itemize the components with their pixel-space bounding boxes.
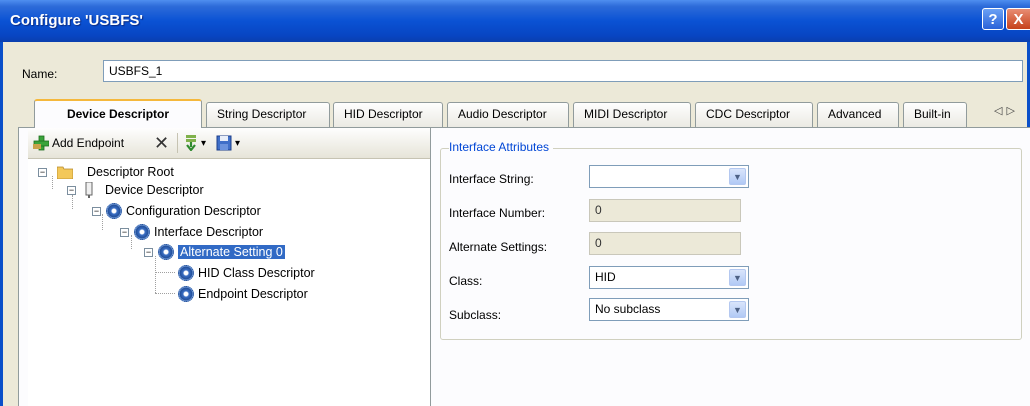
class-value: HID: [595, 270, 616, 284]
tree-node-label: Descriptor Root: [87, 165, 174, 179]
title-bar[interactable]: Configure 'USBFS' ? X: [0, 0, 1030, 42]
tree-connector: [155, 272, 175, 273]
class-label: Class:: [449, 274, 483, 288]
device-icon: [85, 181, 93, 198]
subclass-select[interactable]: No subclass ▼: [589, 298, 749, 321]
collapse-icon[interactable]: −: [120, 227, 129, 237]
gear-icon: [178, 286, 194, 302]
tab-string-descriptor[interactable]: String Descriptor: [206, 102, 330, 127]
tree-node-alternate-setting[interactable]: − Alternate Setting 0: [144, 243, 285, 261]
tree-connector: [155, 256, 156, 293]
tree-connector: [155, 293, 175, 294]
tab-cdc-descriptor[interactable]: CDC Descriptor: [695, 102, 813, 127]
tab-built-in[interactable]: Built-in: [903, 102, 967, 127]
tree-node-endpoint-descriptor[interactable]: Endpoint Descriptor: [178, 285, 308, 303]
collapse-icon[interactable]: −: [92, 206, 101, 216]
tree-node-interface-descriptor[interactable]: − Interface Descriptor: [120, 223, 263, 241]
name-input[interactable]: USBFS_1: [103, 60, 1023, 82]
chevron-down-icon[interactable]: ▼: [729, 301, 746, 318]
tree-node-label: Endpoint Descriptor: [198, 287, 308, 301]
alternate-settings-field[interactable]: 0: [589, 232, 741, 255]
tree-node-configuration-descriptor[interactable]: − Configuration Descriptor: [92, 202, 261, 220]
tree-node-descriptor-root[interactable]: − Descriptor Root: [38, 163, 174, 181]
interface-number-label: Interface Number:: [449, 206, 546, 220]
add-endpoint-label: Add Endpoint: [52, 136, 125, 150]
subclass-value: No subclass: [595, 302, 661, 316]
add-endpoint-button[interactable]: Add Endpoint: [33, 134, 124, 152]
tree-node-label: HID Class Descriptor: [198, 266, 315, 280]
import-button[interactable]: ▾: [184, 134, 206, 152]
tab-scroll-arrows: ◁▷: [994, 104, 1019, 117]
collapse-icon[interactable]: −: [144, 247, 153, 257]
class-select[interactable]: HID ▼: [589, 266, 749, 289]
interface-number-field[interactable]: 0: [589, 199, 741, 222]
window-title: Configure 'USBFS': [10, 12, 143, 29]
close-button[interactable]: X: [1006, 8, 1030, 30]
collapse-icon[interactable]: −: [38, 167, 47, 177]
tab-scroll-left-icon[interactable]: ◁: [994, 105, 1006, 117]
name-label: Name:: [22, 67, 58, 81]
tree-toolbar: Add Endpoint ✕ ▾ ▾: [28, 128, 430, 159]
tree-node-label: Device Descriptor: [105, 183, 204, 197]
help-icon: ?: [988, 10, 998, 28]
tab-scroll-right-icon[interactable]: ▷: [1006, 105, 1018, 117]
close-icon: X: [1013, 10, 1024, 28]
tree-node-device-descriptor[interactable]: − Device Descriptor: [67, 181, 204, 199]
toolbar-separator: [177, 133, 179, 153]
chevron-down-icon[interactable]: ▼: [729, 168, 746, 185]
interface-string-select[interactable]: ▼: [589, 165, 749, 188]
import-icon: [184, 135, 198, 152]
delete-icon: ✕: [154, 132, 170, 153]
tree-node-label: Configuration Descriptor: [126, 204, 261, 218]
help-button[interactable]: ?: [982, 8, 1004, 30]
chevron-down-icon: ▾: [235, 137, 241, 149]
folder-icon: [56, 165, 74, 180]
delete-button[interactable]: ✕: [154, 132, 170, 153]
descriptor-tree: − Descriptor Root − Device Descriptor − …: [28, 159, 430, 406]
gear-icon: [158, 244, 174, 260]
tab-advanced[interactable]: Advanced: [817, 102, 899, 127]
interface-string-label: Interface String:: [449, 172, 534, 186]
save-button[interactable]: ▾: [216, 134, 240, 152]
alternate-settings-label: Alternate Settings:: [449, 240, 548, 254]
plus-icon: [33, 135, 50, 151]
tree-node-hid-class-descriptor[interactable]: HID Class Descriptor: [178, 264, 315, 282]
group-title: Interface Attributes: [449, 140, 554, 154]
tab-hid-descriptor[interactable]: HID Descriptor: [333, 102, 443, 127]
gear-icon: [134, 224, 150, 240]
tab-midi-descriptor[interactable]: MIDI Descriptor: [573, 102, 691, 127]
tab-strip: Device Descriptor String Descriptor HID …: [18, 99, 1030, 128]
descriptor-tree-panel: Add Endpoint ✕ ▾ ▾ − Descriptor Root − D…: [28, 128, 431, 406]
subclass-label: Subclass:: [449, 308, 502, 322]
gear-icon: [178, 265, 194, 281]
gear-icon: [106, 203, 122, 219]
tree-node-label: Interface Descriptor: [154, 225, 264, 239]
chevron-down-icon[interactable]: ▼: [729, 269, 746, 286]
collapse-icon[interactable]: −: [67, 185, 76, 195]
save-icon: [216, 135, 232, 151]
chevron-down-icon: ▾: [201, 137, 207, 149]
tab-device-descriptor[interactable]: Device Descriptor: [34, 99, 202, 128]
tree-node-label: Alternate Setting 0: [178, 245, 285, 259]
tab-audio-descriptor[interactable]: Audio Descriptor: [447, 102, 569, 127]
